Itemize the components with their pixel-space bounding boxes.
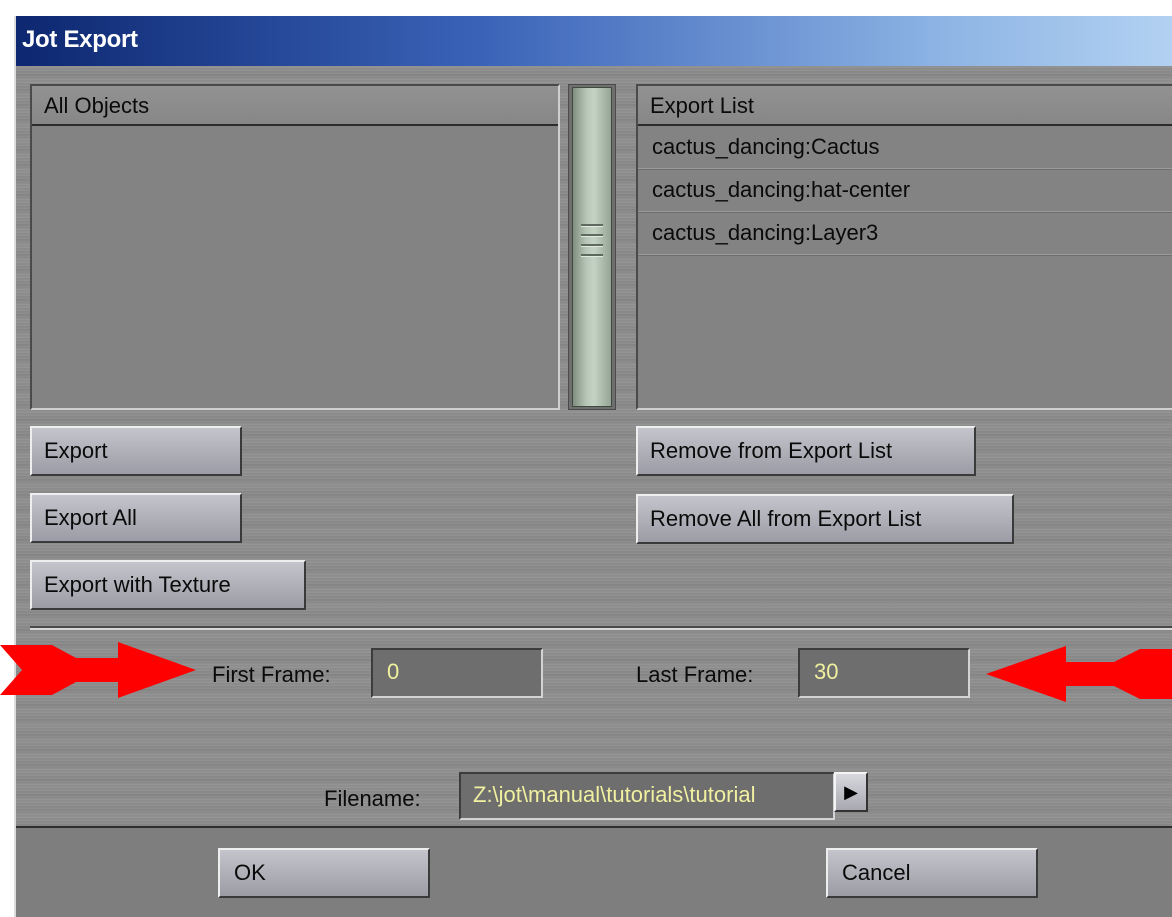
title-bar[interactable]: Jot Export bbox=[16, 16, 1172, 66]
filename-label: Filename: bbox=[324, 786, 421, 811]
first-frame-label: First Frame: bbox=[212, 662, 331, 687]
export-all-button[interactable]: Export All bbox=[30, 493, 242, 543]
export-list-header: Export List bbox=[638, 86, 1172, 126]
jot-export-dialog: Jot Export All Objects Export List cactu… bbox=[14, 16, 1172, 917]
scrollbar-grip-icon bbox=[581, 224, 603, 226]
export-list-item[interactable]: cactus_dancing:Cactus bbox=[638, 126, 1172, 169]
first-frame-input[interactable]: 0 bbox=[371, 648, 543, 698]
export-list-item[interactable]: cactus_dancing:Layer3 bbox=[638, 212, 1172, 255]
scrollbar-grip-icon bbox=[581, 244, 603, 246]
scrollbar-grip-icon bbox=[581, 234, 603, 236]
remove-all-from-export-list-button[interactable]: Remove All from Export List bbox=[636, 494, 1014, 544]
all-objects-header: All Objects bbox=[32, 86, 558, 126]
cancel-button[interactable]: Cancel bbox=[826, 848, 1038, 898]
window-title: Jot Export bbox=[22, 26, 138, 53]
scrollbar-grip-icon bbox=[581, 254, 603, 256]
play-right-icon: ▶ bbox=[844, 782, 858, 802]
export-button[interactable]: Export bbox=[30, 426, 242, 476]
export-list-item[interactable]: cactus_dancing:hat-center bbox=[638, 169, 1172, 212]
last-frame-label: Last Frame: bbox=[636, 662, 754, 687]
all-objects-list[interactable]: All Objects bbox=[30, 84, 560, 410]
last-frame-input[interactable]: 30 bbox=[798, 648, 970, 698]
export-with-texture-button[interactable]: Export with Texture bbox=[30, 560, 306, 610]
filename-input[interactable]: Z:\jot\manual\tutorials\tutorial bbox=[459, 772, 835, 820]
scrollbar[interactable] bbox=[568, 84, 616, 410]
export-list[interactable]: Export List cactus_dancing:Cactus cactus… bbox=[636, 84, 1172, 410]
scrollbar-thumb[interactable] bbox=[572, 87, 612, 407]
ok-button[interactable]: OK bbox=[218, 848, 430, 898]
separator bbox=[30, 626, 1172, 630]
red-arrow-left-icon bbox=[986, 646, 1172, 702]
remove-from-export-list-button[interactable]: Remove from Export List bbox=[636, 426, 976, 476]
browse-arrow-button[interactable]: ▶ bbox=[834, 772, 868, 812]
red-arrow-right-icon bbox=[0, 642, 196, 698]
